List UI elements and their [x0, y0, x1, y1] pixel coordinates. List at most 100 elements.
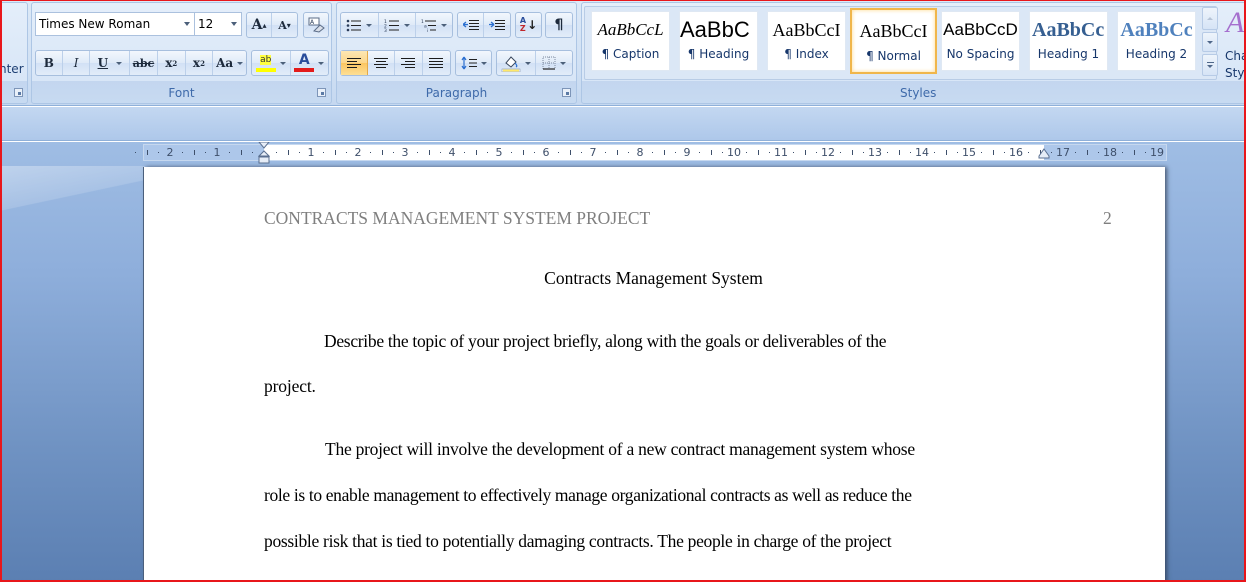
superscript-button[interactable]: x2	[186, 51, 214, 75]
paragraph-line: role is to enable management to effectiv…	[264, 485, 912, 505]
shading-button[interactable]	[497, 51, 536, 75]
ruler-dot	[1074, 152, 1076, 153]
justify-icon	[429, 58, 444, 68]
italic-button[interactable]: I	[63, 51, 91, 75]
ruler-number: 5	[495, 146, 503, 159]
ruler-dot	[675, 152, 677, 153]
left-indent-marker[interactable]	[258, 142, 270, 164]
clear-formatting-button[interactable]: A	[304, 13, 328, 37]
chevron-down-icon[interactable]	[560, 61, 566, 65]
paragraph-line: possible risk that is tied to potentiall…	[264, 531, 892, 551]
chevron-down-icon	[1207, 41, 1213, 44]
subscript-button[interactable]: x2	[158, 51, 186, 75]
styles-scroll-up-button[interactable]	[1202, 7, 1218, 30]
sort-button[interactable]: A Z ↓	[516, 13, 541, 37]
numbering-button[interactable]: 1 2 3	[379, 13, 417, 37]
change-case-button[interactable]: Aa	[213, 51, 246, 75]
ruler-dot	[205, 152, 207, 153]
chevron-down-icon[interactable]	[441, 23, 448, 27]
style-heading-2-label: Heading 2	[1125, 47, 1188, 61]
ruler-number: 19	[1150, 146, 1164, 159]
horizontal-ruler[interactable]: 2 1 1 2 3 4 5 6 7 8 9 10 11 12 13 14 15 16 17 18 19	[134, 142, 1167, 164]
ruler-dot	[980, 152, 982, 153]
clipboard-partial-label[interactable]: nter	[0, 62, 24, 76]
chevron-down-icon[interactable]	[116, 61, 123, 65]
style-heading-label: ¶ Heading	[687, 47, 750, 61]
ruler-dot	[252, 152, 254, 153]
chevron-down-icon[interactable]	[366, 23, 373, 27]
style-no-spacing[interactable]: AaBbCcD No Spacing	[941, 11, 1020, 71]
ruler-dot	[604, 152, 606, 153]
style-no-spacing-label: No Spacing	[946, 47, 1015, 61]
style-normal-label: ¶ Normal	[866, 49, 921, 63]
chevron-down-icon[interactable]	[279, 61, 286, 65]
grow-font-button[interactable]: A ▴	[247, 13, 273, 37]
ruler-tick	[475, 150, 477, 155]
ruler-dot	[651, 152, 653, 153]
bold-button[interactable]: B	[36, 51, 63, 75]
style-heading-2[interactable]: AaBbCc Heading 2	[1117, 11, 1196, 71]
clear-formatting-strip: A	[303, 12, 329, 38]
change-styles-button[interactable]: A Cha Styl	[1222, 6, 1246, 80]
right-indent-marker[interactable]	[1038, 145, 1050, 159]
sort-strip: A Z ↓	[515, 12, 542, 38]
ribbon: nter Times New Roman 12 A ▴ A ▾ A B I U …	[0, 0, 1246, 106]
ruler-dot	[628, 152, 630, 153]
font-color-button[interactable]: A	[291, 51, 329, 75]
style-index[interactable]: AaBbCcI ¶ Index	[767, 11, 846, 71]
font-style-buttons: B I U abc x2 x2 Aa	[35, 50, 247, 76]
multilevel-list-button[interactable]: 1 a i	[416, 13, 452, 37]
line-spacing-icon	[461, 56, 477, 70]
chevron-down-icon[interactable]	[480, 61, 487, 65]
font-name-combobox[interactable]: Times New Roman	[35, 12, 195, 36]
align-left-button[interactable]	[341, 51, 368, 75]
align-right-button[interactable]	[395, 51, 423, 75]
font-size-value: 12	[198, 17, 214, 31]
ruler-tick	[240, 150, 242, 155]
chevron-down-icon[interactable]	[318, 61, 325, 65]
ruler-tick	[898, 150, 900, 155]
paragraph-dialog-launcher[interactable]	[562, 88, 571, 97]
borders-button[interactable]	[536, 51, 572, 75]
increase-indent-button[interactable]	[484, 13, 510, 37]
shrink-font-button[interactable]: A ▾	[272, 13, 297, 37]
clipboard-dialog-launcher[interactable]	[14, 88, 23, 97]
font-size-combobox[interactable]: 12	[194, 12, 242, 36]
styles-more-button[interactable]	[1202, 54, 1218, 76]
chevron-down-icon[interactable]	[525, 61, 531, 65]
strikethrough-button[interactable]: abc	[130, 51, 158, 75]
decrease-indent-button[interactable]	[458, 13, 485, 37]
style-caption[interactable]: AaBbCcL ¶ Caption	[591, 11, 670, 71]
style-heading[interactable]: AaBbC ¶ Heading	[679, 11, 758, 71]
underline-button[interactable]: U	[90, 51, 131, 75]
ruler-dot	[839, 152, 841, 153]
ruler-dot	[886, 152, 888, 153]
sort-icon: A Z	[519, 16, 527, 33]
align-center-button[interactable]	[368, 51, 396, 75]
ruler-dot	[228, 152, 230, 153]
highlight-button[interactable]: ab	[252, 51, 291, 75]
style-heading-1[interactable]: AaBbCc Heading 1	[1029, 11, 1108, 71]
eraser-icon: A	[308, 17, 325, 33]
bullet-list-icon	[347, 19, 362, 31]
chevron-up-icon	[1207, 17, 1213, 20]
change-styles-icon: A	[1226, 6, 1245, 39]
font-dialog-launcher[interactable]	[317, 88, 326, 97]
ruler-dot	[346, 152, 348, 153]
ruler-number: 4	[448, 146, 456, 159]
indent-buttons	[457, 12, 511, 38]
style-normal[interactable]: AaBbCcI ¶ Normal	[850, 8, 937, 74]
bullets-button[interactable]	[341, 13, 379, 37]
ruler-dot	[158, 152, 160, 153]
chevron-down-icon[interactable]	[237, 61, 244, 65]
font-size-buttons: A ▴ A ▾	[246, 12, 298, 38]
styles-scroll-down-button[interactable]	[1202, 32, 1218, 52]
chevron-down-icon[interactable]	[403, 23, 410, 27]
show-formatting-marks-button[interactable]: ¶	[546, 13, 572, 37]
ruler-number: 7	[589, 146, 597, 159]
document-page[interactable]: CONTRACTS MANAGEMENT SYSTEM PROJECT 2 Co…	[144, 167, 1165, 582]
chevron-down-icon[interactable]	[231, 22, 237, 26]
chevron-down-icon[interactable]	[184, 22, 190, 26]
line-spacing-button[interactable]	[456, 51, 491, 75]
justify-button[interactable]	[423, 51, 450, 75]
